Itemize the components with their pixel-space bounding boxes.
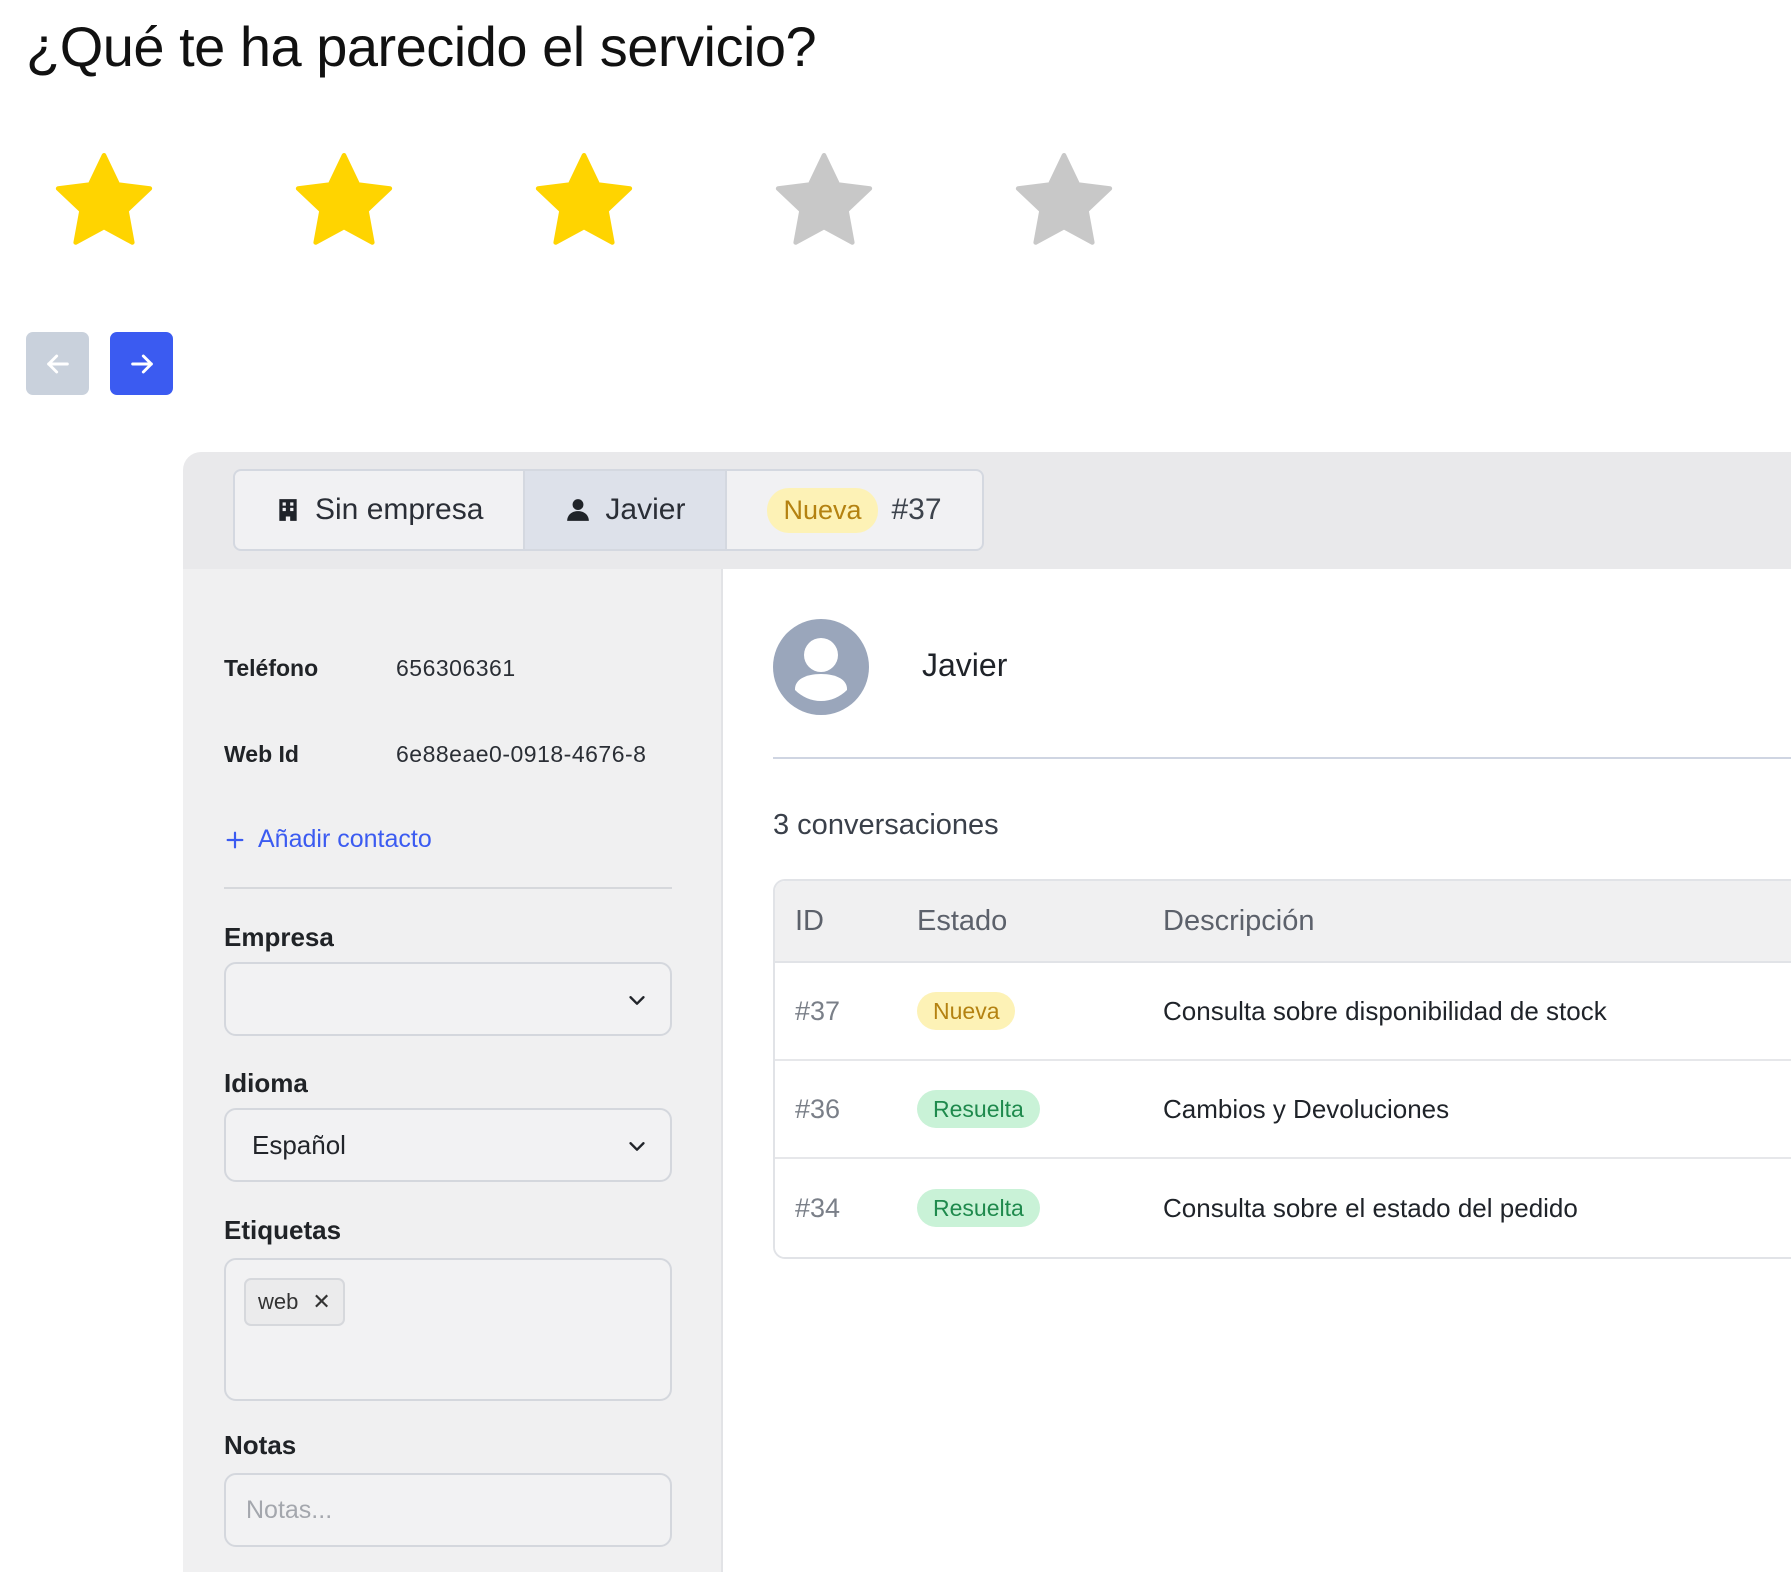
conversation-description: Consulta sobre el estado del pedido <box>1163 1192 1578 1223</box>
chevron-down-icon <box>629 996 645 1005</box>
star-1-icon[interactable] <box>40 142 280 262</box>
star-rating[interactable] <box>40 142 1240 262</box>
column-description: Descripción <box>1163 904 1315 937</box>
phone-value: 656306361 <box>396 655 516 681</box>
contact-details: Javier 3 conversaciones ID Estado Descri… <box>723 569 1791 1572</box>
status-badge: Resuelta <box>917 1188 1040 1227</box>
tab-contact[interactable]: Javier <box>525 471 728 549</box>
table-row[interactable]: #37 Nueva Consulta sobre disponibilidad … <box>775 963 1791 1061</box>
conversation-id: #36 <box>795 1093 841 1124</box>
plus-icon <box>226 831 244 848</box>
web-id-field: Web Id 6e88eae0-0918-4676-8 <box>224 741 658 768</box>
next-button[interactable] <box>110 332 173 395</box>
conversation-id: #34 <box>795 1192 841 1223</box>
table-row[interactable]: #36 Resuelta Cambios y Devoluciones <box>775 1061 1791 1159</box>
conversation-id: #37 <box>795 995 841 1026</box>
column-id: ID <box>795 904 824 937</box>
company-select[interactable] <box>224 962 672 1036</box>
panel-header: Sin empresa Javier Nueva #37 <box>183 452 1791 569</box>
conversation-description: Cambios y Devoluciones <box>1163 1093 1450 1124</box>
notes-input[interactable] <box>224 1473 672 1547</box>
user-icon <box>567 499 590 521</box>
avatar <box>773 619 869 715</box>
contact-name: Javier <box>922 647 1008 683</box>
previous-button[interactable] <box>26 332 89 395</box>
divider <box>224 887 672 889</box>
close-icon[interactable]: ✕ <box>312 1289 330 1315</box>
contact-sidebar: Teléfono 656306361 Web Id 6e88eae0-0918-… <box>183 569 723 1572</box>
status-badge: Nueva <box>917 991 1016 1030</box>
status-badge: Resuelta <box>917 1089 1040 1128</box>
arrow-right-icon <box>130 354 153 373</box>
add-contact-label: Añadir contacto <box>258 825 432 853</box>
chevron-down-icon <box>629 1142 645 1151</box>
header-tabs: Sin empresa Javier Nueva #37 <box>233 469 984 551</box>
company-label: Empresa <box>224 922 334 952</box>
language-select[interactable]: Español <box>224 1108 672 1182</box>
star-2-icon[interactable] <box>280 142 520 262</box>
column-status: Estado <box>917 904 1008 937</box>
star-3-icon[interactable] <box>520 142 760 262</box>
conversation-description: Consulta sobre disponibilidad de stock <box>1163 995 1607 1026</box>
language-label: Idioma <box>224 1068 308 1098</box>
arrow-left-icon <box>46 354 69 373</box>
conversation-number: #37 <box>891 493 942 526</box>
table-row[interactable]: #34 Resuelta Consulta sobre el estado de… <box>775 1159 1791 1257</box>
language-value: Español <box>252 1129 346 1160</box>
star-4-icon[interactable] <box>760 142 1000 262</box>
tag-chip: web ✕ <box>244 1278 345 1326</box>
phone-field: Teléfono 656306361 <box>224 655 658 682</box>
add-contact-link[interactable]: Añadir contacto <box>224 825 432 854</box>
rating-question: ¿Qué te ha parecido el servicio? <box>26 15 817 78</box>
tag-label: web <box>258 1289 299 1314</box>
web-id-value: 6e88eae0-0918-4676-8 <box>396 741 647 767</box>
conversations-table: ID Estado Descripción #37 Nueva Consulta… <box>773 879 1791 1259</box>
table-header: ID Estado Descripción <box>775 881 1791 963</box>
divider <box>773 757 1791 759</box>
tags-input[interactable]: web ✕ <box>224 1258 672 1401</box>
phone-label: Teléfono <box>224 655 319 681</box>
star-5-icon[interactable] <box>1000 142 1240 262</box>
tags-label: Etiquetas <box>224 1215 342 1245</box>
status-badge: Nueva <box>767 487 878 533</box>
building-icon <box>279 499 297 521</box>
notes-label: Notas <box>224 1430 297 1460</box>
tab-company-label: Sin empresa <box>315 493 484 526</box>
web-id-label: Web Id <box>224 741 299 767</box>
conversations-count: 3 conversaciones <box>773 809 999 841</box>
tab-company[interactable]: Sin empresa <box>235 471 526 549</box>
tab-contact-label: Javier <box>605 493 686 526</box>
customer-panel: Sin empresa Javier Nueva #37 Teléfono 65… <box>183 452 1791 1572</box>
tab-conversation[interactable]: Nueva #37 <box>727 471 981 549</box>
